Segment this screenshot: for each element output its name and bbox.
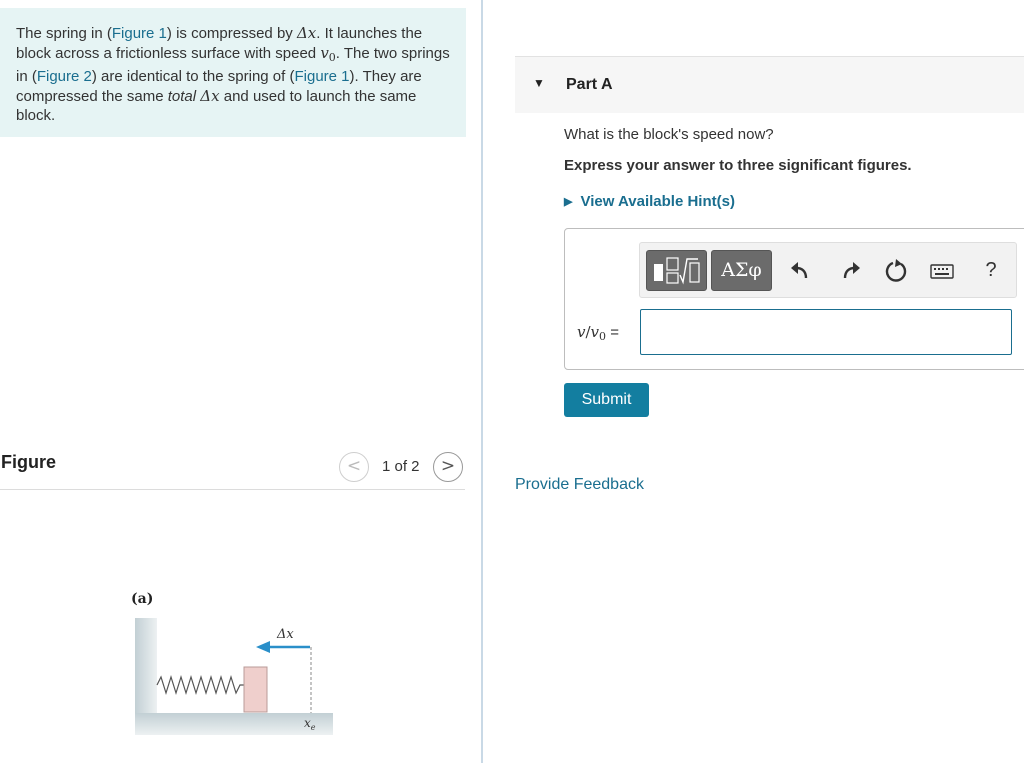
delta-x-label: Δx (276, 627, 294, 642)
caret-down-icon: ▼ (533, 76, 545, 90)
chevron-right-icon: > (440, 456, 456, 476)
caret-right-icon: ▶ (564, 196, 573, 208)
keyboard-icon[interactable] (928, 257, 956, 285)
figure-1-link-second[interactable]: Figure 1 (294, 68, 349, 85)
next-figure-button[interactable]: > (433, 452, 463, 482)
total-emphasis: total (167, 87, 197, 105)
undo-icon[interactable] (788, 257, 816, 285)
answer-box: ΑΣφ ? v/v0 = (564, 228, 1024, 370)
previous-figure-button[interactable]: < (339, 452, 369, 482)
reset-icon[interactable] (882, 257, 910, 285)
compressed-spring (156, 674, 244, 696)
figure-title: Figure (1, 452, 57, 472)
question-text: What is the block's speed now? (564, 126, 774, 143)
v0-symbol: v0 (320, 43, 336, 64)
view-hints-link[interactable]: ▶ View Available Hint(s) (564, 193, 735, 210)
instruction-text: Express your answer to three significant… (564, 157, 912, 174)
figure-1-link[interactable]: Figure 1 (112, 25, 167, 42)
figure-counter: 1 of 2 (382, 458, 420, 475)
problem-text: ) is compressed by (166, 25, 297, 42)
chevron-left-icon: < (346, 456, 362, 476)
problem-statement: The spring in (Figure 1) is compressed b… (0, 8, 466, 137)
part-title: Part A (566, 76, 613, 93)
hints-label: View Available Hint(s) (580, 193, 735, 210)
math-toolbar: ΑΣφ ? (639, 242, 1017, 298)
part-a-header[interactable]: ▼ Part A (515, 56, 1024, 113)
templates-icon (654, 257, 700, 285)
redo-icon[interactable] (835, 257, 863, 285)
block (243, 666, 268, 713)
arrow-left-icon (256, 641, 270, 653)
spring-block-diagram: Δx xe (135, 618, 333, 735)
submit-button[interactable]: Submit (564, 383, 649, 417)
problem-text: ) are identical to the spring of ( (91, 68, 295, 85)
left-pane: The spring in (Figure 1) is compressed b… (0, 0, 481, 763)
provide-feedback-link[interactable]: Provide Feedback (515, 476, 644, 494)
answer-variable-label: v/v0 = (577, 323, 619, 343)
figure-header: Figure < 1 of 2 > (0, 446, 465, 490)
templates-button[interactable] (646, 250, 707, 291)
problem-text: The spring in ( (16, 25, 112, 42)
pane-divider[interactable] (481, 0, 483, 763)
figure-2-link[interactable]: Figure 2 (37, 68, 92, 85)
delta-x-symbol: Δx (200, 86, 220, 105)
delta-x-symbol: Δx (296, 24, 317, 42)
figure-image: (a) Δx xe (120, 585, 350, 745)
answer-input[interactable] (640, 309, 1012, 355)
greek-symbols-button[interactable]: ΑΣφ (711, 250, 772, 291)
help-icon[interactable]: ? (977, 257, 1005, 285)
